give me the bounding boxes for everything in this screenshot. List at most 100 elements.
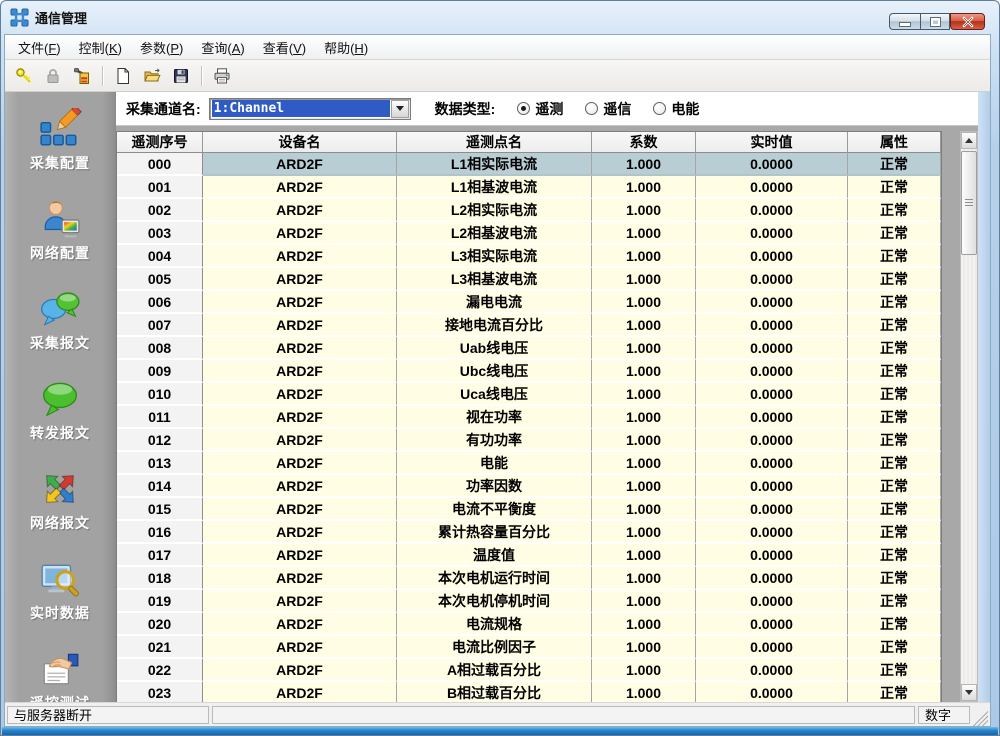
cell-attr[interactable]: 正常: [848, 682, 941, 702]
cell-point[interactable]: 电流不平衡度: [397, 498, 592, 521]
cell-point[interactable]: A相过载百分比: [397, 659, 592, 682]
cell-device[interactable]: ARD2F: [203, 682, 397, 702]
table-row[interactable]: 010 ARD2F Uca线电压 1.000 0.0000 正常: [117, 383, 941, 406]
cell-device[interactable]: ARD2F: [203, 176, 397, 199]
cell-device[interactable]: ARD2F: [203, 314, 397, 337]
cell-value[interactable]: 0.0000: [696, 567, 848, 590]
toolbar-logout-button[interactable]: [40, 63, 66, 89]
sidebar-item-collect-message[interactable]: 采集报文: [30, 288, 90, 353]
toolbar-open-button[interactable]: [139, 63, 165, 89]
channel-select[interactable]: 1:Channel: [209, 98, 411, 120]
table-row[interactable]: 018 ARD2F 本次电机运行时间 1.000 0.0000 正常: [117, 567, 941, 590]
scroll-down-button[interactable]: [961, 684, 977, 701]
cell-device[interactable]: ARD2F: [203, 659, 397, 682]
scrollbar-track[interactable]: [961, 149, 977, 684]
cell-coef[interactable]: 1.000: [592, 429, 696, 452]
cell-point[interactable]: B相过载百分比: [397, 682, 592, 702]
table-row[interactable]: 006 ARD2F 漏电电流 1.000 0.0000 正常: [117, 291, 941, 314]
cell-coef[interactable]: 1.000: [592, 613, 696, 636]
cell-attr[interactable]: 正常: [848, 498, 941, 521]
resize-grip[interactable]: [973, 711, 988, 726]
menu-item-view[interactable]: 查看(V): [254, 35, 315, 60]
cell-index[interactable]: 014: [117, 475, 203, 498]
cell-device[interactable]: ARD2F: [203, 521, 397, 544]
close-button[interactable]: [950, 13, 985, 30]
cell-attr[interactable]: 正常: [848, 659, 941, 682]
cell-attr[interactable]: 正常: [848, 521, 941, 544]
table-row[interactable]: 003 ARD2F L2相基波电流 1.000 0.0000 正常: [117, 222, 941, 245]
cell-index[interactable]: 022: [117, 659, 203, 682]
cell-coef[interactable]: 1.000: [592, 245, 696, 268]
table-row[interactable]: 012 ARD2F 有功功率 1.000 0.0000 正常: [117, 429, 941, 452]
toolbar-new-button[interactable]: [110, 63, 136, 89]
cell-device[interactable]: ARD2F: [203, 567, 397, 590]
cell-point[interactable]: 累计热容量百分比: [397, 521, 592, 544]
cell-attr[interactable]: 正常: [848, 291, 941, 314]
combo-dropdown-button[interactable]: [391, 100, 409, 118]
table-vertical-scrollbar[interactable]: [960, 131, 978, 702]
cell-value[interactable]: 0.0000: [696, 590, 848, 613]
menu-item-file[interactable]: 文件(F): [9, 35, 70, 60]
cell-value[interactable]: 0.0000: [696, 544, 848, 567]
cell-coef[interactable]: 1.000: [592, 153, 696, 176]
table-row[interactable]: 001 ARD2F L1相基波电流 1.000 0.0000 正常: [117, 176, 941, 199]
cell-value[interactable]: 0.0000: [696, 429, 848, 452]
cell-coef[interactable]: 1.000: [592, 567, 696, 590]
cell-index[interactable]: 010: [117, 383, 203, 406]
cell-device[interactable]: ARD2F: [203, 245, 397, 268]
cell-index[interactable]: 021: [117, 636, 203, 659]
cell-index[interactable]: 023: [117, 682, 203, 702]
cell-value[interactable]: 0.0000: [696, 222, 848, 245]
table-row[interactable]: 008 ARD2F Uab线电压 1.000 0.0000 正常: [117, 337, 941, 360]
cell-point[interactable]: Uca线电压: [397, 383, 592, 406]
cell-coef[interactable]: 1.000: [592, 268, 696, 291]
cell-attr[interactable]: 正常: [848, 613, 941, 636]
cell-attr[interactable]: 正常: [848, 452, 941, 475]
cell-device[interactable]: ARD2F: [203, 360, 397, 383]
cell-attr[interactable]: 正常: [848, 636, 941, 659]
cell-attr[interactable]: 正常: [848, 199, 941, 222]
cell-value[interactable]: 0.0000: [696, 291, 848, 314]
cell-value[interactable]: 0.0000: [696, 337, 848, 360]
cell-coef[interactable]: 1.000: [592, 521, 696, 544]
cell-attr[interactable]: 正常: [848, 590, 941, 613]
cell-device[interactable]: ARD2F: [203, 475, 397, 498]
sidebar-item-forward-message[interactable]: 转发报文: [30, 378, 90, 443]
cell-point[interactable]: 电能: [397, 452, 592, 475]
cell-point[interactable]: Uab线电压: [397, 337, 592, 360]
cell-point[interactable]: 电流规格: [397, 613, 592, 636]
menu-item-params[interactable]: 参数(P): [131, 35, 192, 60]
cell-value[interactable]: 0.0000: [696, 245, 848, 268]
cell-device[interactable]: ARD2F: [203, 429, 397, 452]
cell-value[interactable]: 0.0000: [696, 153, 848, 176]
cell-coef[interactable]: 1.000: [592, 383, 696, 406]
cell-device[interactable]: ARD2F: [203, 613, 397, 636]
cell-point[interactable]: 本次电机运行时间: [397, 567, 592, 590]
cell-index[interactable]: 019: [117, 590, 203, 613]
table-row[interactable]: 020 ARD2F 电流规格 1.000 0.0000 正常: [117, 613, 941, 636]
cell-index[interactable]: 016: [117, 521, 203, 544]
cell-point[interactable]: L2相实际电流: [397, 199, 592, 222]
cell-coef[interactable]: 1.000: [592, 475, 696, 498]
cell-index[interactable]: 008: [117, 337, 203, 360]
cell-value[interactable]: 0.0000: [696, 314, 848, 337]
cell-coef[interactable]: 1.000: [592, 360, 696, 383]
table-row[interactable]: 017 ARD2F 温度值 1.000 0.0000 正常: [117, 544, 941, 567]
cell-index[interactable]: 020: [117, 613, 203, 636]
cell-attr[interactable]: 正常: [848, 314, 941, 337]
cell-point[interactable]: 视在功率: [397, 406, 592, 429]
cell-point[interactable]: 本次电机停机时间: [397, 590, 592, 613]
table-row[interactable]: 002 ARD2F L2相实际电流 1.000 0.0000 正常: [117, 199, 941, 222]
cell-coef[interactable]: 1.000: [592, 406, 696, 429]
cell-value[interactable]: 0.0000: [696, 406, 848, 429]
toolbar-print-button[interactable]: [209, 63, 235, 89]
cell-coef[interactable]: 1.000: [592, 291, 696, 314]
cell-value[interactable]: 0.0000: [696, 613, 848, 636]
cell-point[interactable]: L1相基波电流: [397, 176, 592, 199]
cell-index[interactable]: 011: [117, 406, 203, 429]
cell-index[interactable]: 015: [117, 498, 203, 521]
table-row[interactable]: 019 ARD2F 本次电机停机时间 1.000 0.0000 正常: [117, 590, 941, 613]
column-header-value[interactable]: 实时值: [696, 132, 848, 153]
minimize-button[interactable]: [889, 13, 920, 30]
cell-coef[interactable]: 1.000: [592, 590, 696, 613]
